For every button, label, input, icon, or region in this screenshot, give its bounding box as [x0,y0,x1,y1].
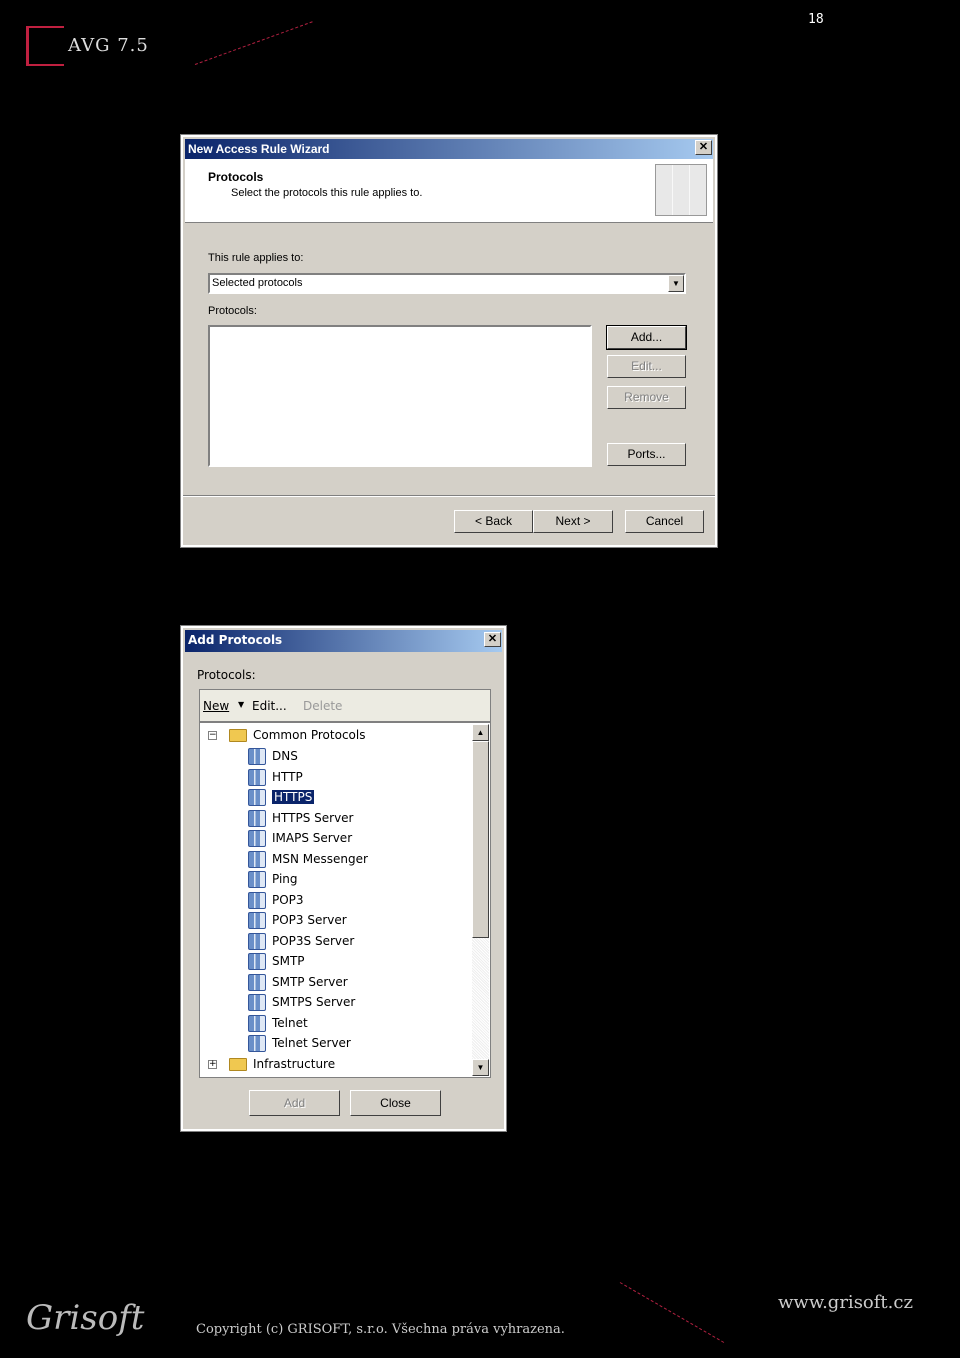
tree-item[interactable]: POP3S Server [248,932,354,951]
protocol-icon [248,932,266,950]
add-protocols-title: Add Protocols [185,630,502,652]
group-label: Common Protocols [253,728,366,742]
decorative-swoosh [194,21,313,65]
applies-label: This rule applies to: [208,252,304,264]
close-icon[interactable]: ✕ [484,632,501,647]
tree-item-label: HTTPS [270,789,316,805]
header-subtitle: Select the protocols this rule applies t… [231,187,423,199]
protocol-icon [248,994,266,1011]
delete-button[interactable]: Delete [303,699,342,713]
edit-button[interactable]: Edit... [252,699,287,713]
back-button[interactable]: < Back [454,510,533,533]
tree-item-label: MSN Messenger [272,851,368,866]
chevron-down-icon[interactable]: ▼ [238,700,244,709]
tree-item[interactable]: POP3 [248,891,304,910]
add-button[interactable]: Add... [606,325,687,350]
tree-item[interactable]: HTTPS Server [248,809,354,828]
scroll-down-button[interactable]: ▼ [472,1059,489,1076]
add-protocols-dialog: Add Protocols ✕ Protocols: New ▼ Edit...… [180,625,507,1132]
tree-item[interactable]: HTTPS [248,788,316,807]
tree-item[interactable]: SMTP [248,952,305,971]
tree-item-label: Telnet [272,1015,308,1030]
ports-button[interactable]: Ports... [607,443,686,466]
folder-open-icon [229,729,247,742]
avg-logo: AVG 7.5 [26,26,149,66]
scroll-thumb[interactable] [472,741,489,938]
tree-item-label: DNS [272,749,298,763]
protocols-label: Protocols: [208,305,257,317]
close-button[interactable]: Close [350,1090,441,1116]
folder-icon [229,1058,247,1071]
protocol-icon [248,809,266,827]
divider [183,495,715,497]
close-icon[interactable]: ✕ [695,140,712,155]
tree-item-label: SMTPS Server [272,995,356,1009]
tree-item-label: SMTP [272,954,305,968]
website-link[interactable]: www.grisoft.cz [778,1292,913,1313]
group-label: Infrastructure [253,1057,336,1071]
tree-item-label: IMAPS Server [272,831,353,845]
tree-item[interactable]: Telnet [248,1014,308,1033]
tree-item[interactable]: MSN Messenger [248,850,368,869]
new-menu[interactable]: New [203,699,229,713]
next-button[interactable]: Next > [533,510,613,533]
logo-text: AVG 7.5 [68,35,149,56]
protocols-list[interactable] [208,325,592,467]
protocol-icon [248,871,266,888]
applies-combobox[interactable]: Selected protocols ▼ [208,273,686,294]
protocol-icon [248,789,266,806]
protocol-toolbar: New ▼ Edit... Delete [199,689,491,722]
tree-item[interactable]: SMTP Server [248,973,348,992]
logo-mark-icon [26,26,64,66]
protocol-icon [248,748,266,765]
tree-item-label: POP3S Server [272,933,355,948]
grisoft-logo: Grisoft [26,1298,145,1338]
wizard-title: New Access Rule Wizard [185,139,713,159]
tree-item[interactable]: POP3 Server [248,911,347,930]
protocol-icon [248,1035,266,1052]
remove-button[interactable]: Remove [607,386,686,409]
protocol-icon [248,768,266,786]
copyright-text: Copyright (c) GRISOFT, s.r.o. Všechna pr… [196,1322,565,1337]
decorative-swoosh [619,1282,725,1343]
tree-item-label: Telnet Server [272,1036,351,1050]
tree-item[interactable]: DNS [248,747,298,766]
collapse-icon[interactable]: − [208,731,217,740]
chevron-down-icon[interactable]: ▼ [668,275,684,292]
tree-item-label: SMTP Server [272,974,348,989]
cancel-button[interactable]: Cancel [625,510,704,533]
protocol-icon [248,830,266,847]
protocol-icon [248,1014,266,1032]
expand-icon[interactable]: + [208,1060,217,1069]
tree-item[interactable]: HTTP [248,768,303,787]
protocol-icon [248,973,266,991]
protocol-icon [248,891,266,909]
tree-item[interactable]: IMAPS Server [248,829,352,848]
tree-item-label: POP3 [272,892,304,907]
scroll-up-button[interactable]: ▲ [472,724,489,741]
tree-item-label: HTTP [272,769,303,784]
protocol-tree[interactable]: − Common Protocols DNS HTTP HTTPS HTTPS Serv… [199,722,491,1078]
wizard-header: Protocols Select the protocols this rule… [185,159,713,223]
new-access-rule-wizard: New Access Rule Wizard ✕ Protocols Selec… [180,134,718,548]
tree-item[interactable]: Ping [248,870,298,889]
tree-item-label: Ping [272,872,298,886]
tree-group-common-protocols[interactable]: − Common Protocols [208,726,365,745]
scrollbar[interactable]: ▲ ▼ [472,724,489,1076]
tree-item-label: HTTPS Server [272,810,354,825]
tree-group-infrastructure[interactable]: + Infrastructure [208,1055,335,1074]
protocol-icon [248,850,266,868]
page-number: 18 [808,12,824,27]
tree-item[interactable]: SMTPS Server [248,993,355,1012]
header-title: Protocols [208,170,264,184]
protocols-label: Protocols: [197,668,256,682]
protocol-icon [248,912,266,929]
add-button[interactable]: Add [249,1090,340,1116]
protocol-icon [248,953,266,970]
tree-item[interactable]: Telnet Server [248,1034,351,1053]
edit-button[interactable]: Edit... [607,355,686,378]
wizard-header-image [655,164,707,216]
tree-item-label: POP3 Server [272,913,347,927]
applies-value: Selected protocols [212,277,303,289]
